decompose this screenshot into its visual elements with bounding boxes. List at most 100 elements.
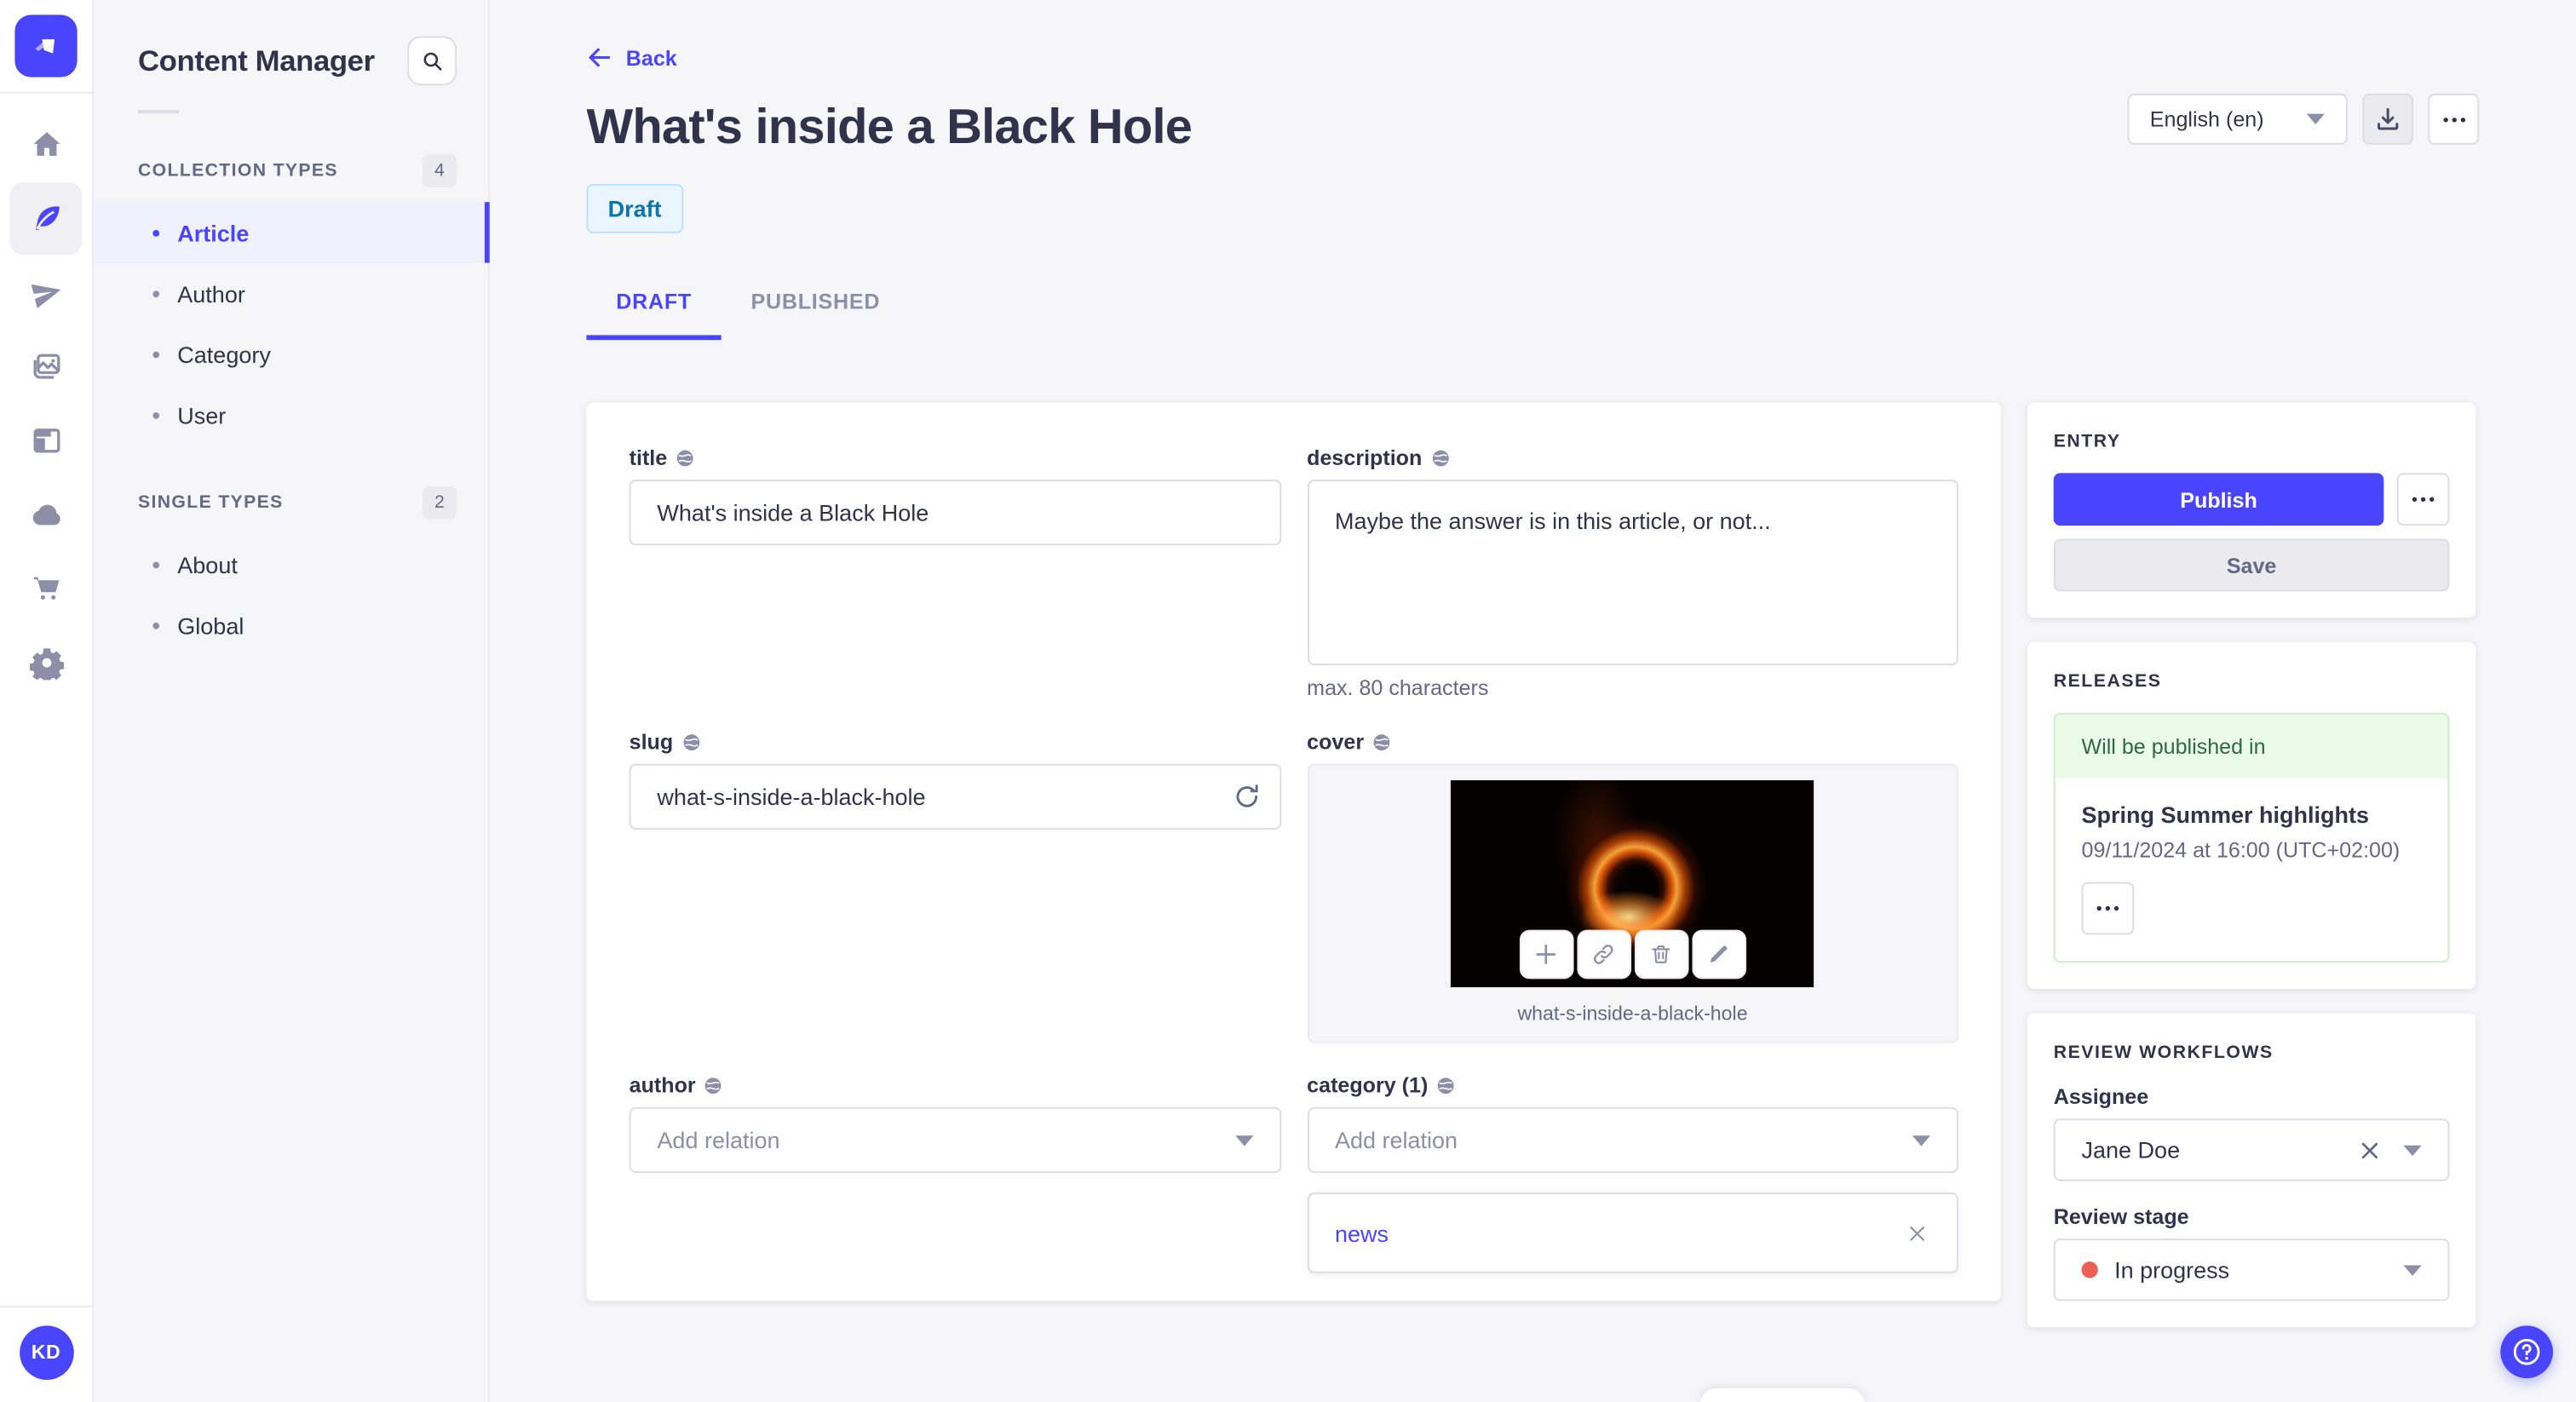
sidebar-item-global[interactable]: Global bbox=[94, 595, 488, 655]
release-more-button[interactable] bbox=[2081, 882, 2135, 935]
publish-button[interactable]: Publish bbox=[2053, 473, 2384, 526]
field-label: description bbox=[1307, 445, 1423, 470]
globe-icon bbox=[1373, 733, 1390, 750]
layout-icon[interactable] bbox=[10, 404, 83, 476]
help-button[interactable] bbox=[2500, 1325, 2553, 1379]
user-avatar[interactable]: KD bbox=[19, 1324, 73, 1380]
slug-input[interactable] bbox=[629, 763, 1281, 830]
globe-icon bbox=[683, 733, 699, 750]
chevron-down-icon bbox=[2403, 1264, 2422, 1275]
media-library-icon[interactable] bbox=[10, 330, 83, 403]
chevron-down-icon bbox=[2403, 1144, 2422, 1156]
cover-actions bbox=[1519, 929, 1746, 980]
field-slug: slug bbox=[629, 729, 1281, 830]
bullet-icon bbox=[152, 290, 160, 297]
chevron-down-icon bbox=[1912, 1135, 1931, 1146]
download-button[interactable] bbox=[2362, 93, 2414, 145]
header-controls: English (en) bbox=[2126, 93, 2480, 145]
app-window: KD Content Manager COLLECTION TYPES 4 Ar… bbox=[0, 0, 2576, 1402]
bullet-icon bbox=[152, 229, 160, 236]
panel-header: RELEASES bbox=[2053, 671, 2162, 692]
review-workflows-panel: REVIEW WORKFLOWS Assignee Jane Doe Revie… bbox=[2027, 1013, 2476, 1328]
sidebar-item-category[interactable]: Category bbox=[94, 324, 488, 384]
assignee-select[interactable]: Jane Doe bbox=[2053, 1118, 2450, 1181]
sidebar-title: Content Manager bbox=[137, 43, 375, 77]
description-textarea[interactable]: Maybe the answer is in this article, or … bbox=[1307, 480, 1958, 666]
entry-panel: ENTRY Publish Save bbox=[2027, 402, 2476, 618]
more-icon bbox=[2096, 905, 2119, 911]
section-label: SINGLE TYPES bbox=[137, 492, 284, 513]
sidebar-divider bbox=[137, 110, 180, 114]
rail-footer: KD bbox=[0, 1305, 92, 1402]
delete-media-button[interactable] bbox=[1634, 929, 1689, 980]
strapi-logo[interactable] bbox=[14, 14, 78, 78]
page-header: Back What's inside a Black Hole English … bbox=[490, 0, 2576, 341]
release-title: Spring Summer highlights bbox=[2081, 802, 2370, 828]
more-options-button[interactable] bbox=[2428, 93, 2480, 145]
home-icon[interactable] bbox=[10, 108, 83, 181]
main-content: Back What's inside a Black Hole English … bbox=[490, 0, 2576, 1402]
locale-select[interactable]: English (en) bbox=[2126, 93, 2348, 145]
panel-header: REVIEW WORKFLOWS bbox=[2053, 1043, 2274, 1063]
field-label: category (1) bbox=[1307, 1072, 1429, 1098]
field-hint: max. 80 characters bbox=[1307, 675, 1489, 700]
sidebar-item-label: Author bbox=[177, 279, 245, 307]
tab-draft[interactable]: DRAFT bbox=[586, 279, 722, 341]
sidebar-item-label: About bbox=[177, 551, 238, 577]
feather-icon[interactable] bbox=[9, 182, 83, 255]
download-icon bbox=[2378, 107, 2399, 130]
clear-icon[interactable] bbox=[2359, 1139, 2380, 1160]
paper-plane-icon[interactable] bbox=[10, 256, 83, 329]
relation-item-news: news bbox=[1307, 1192, 1958, 1273]
cover-caption: what-s-inside-a-black-hole bbox=[1517, 1002, 1748, 1026]
title-input[interactable] bbox=[629, 480, 1281, 546]
sidebar-item-about[interactable]: About bbox=[94, 534, 488, 595]
entry-more-button[interactable] bbox=[2396, 473, 2450, 526]
field-author: author Add relation bbox=[629, 1072, 1281, 1173]
remove-relation-button[interactable] bbox=[1904, 1220, 1930, 1246]
side-panels: ENTRY Publish Save RELEASES Will be publ… bbox=[2027, 402, 2476, 1328]
gear-icon[interactable] bbox=[10, 626, 83, 698]
add-media-button[interactable] bbox=[1519, 929, 1574, 980]
chevron-down-icon bbox=[2306, 113, 2325, 125]
search-button[interactable] bbox=[407, 36, 457, 86]
release-date: 09/11/2024 at 16:00 (UTC+02:00) bbox=[2081, 837, 2401, 863]
stage-status-dot bbox=[2081, 1261, 2098, 1278]
bottom-drawer-handle[interactable] bbox=[1700, 1387, 1865, 1402]
sidebar-item-label: Global bbox=[177, 612, 244, 639]
chevron-down-icon bbox=[1234, 1135, 1253, 1146]
category-relation-select[interactable]: Add relation bbox=[1307, 1106, 1958, 1173]
globe-icon bbox=[677, 449, 693, 466]
section-collection-types: COLLECTION TYPES 4 Article Author Catego… bbox=[93, 154, 490, 445]
more-icon bbox=[2442, 117, 2465, 122]
sidebar-item-label: User bbox=[177, 401, 227, 428]
globe-icon bbox=[705, 1077, 722, 1094]
globe-icon bbox=[1438, 1077, 1454, 1094]
author-relation-select[interactable]: Add relation bbox=[629, 1106, 1281, 1173]
cart-icon[interactable] bbox=[10, 552, 83, 624]
field-label: author bbox=[629, 1072, 696, 1098]
field-label: cover bbox=[1307, 729, 1365, 755]
copy-link-button[interactable] bbox=[1576, 929, 1631, 980]
cloud-icon[interactable] bbox=[10, 478, 83, 550]
edit-media-button[interactable] bbox=[1691, 929, 1746, 980]
close-icon bbox=[1910, 1226, 1924, 1240]
review-stage-select[interactable]: In progress bbox=[2053, 1238, 2450, 1301]
logo-container bbox=[0, 0, 93, 94]
sidebar-item-article[interactable]: Article bbox=[93, 202, 490, 263]
tab-published[interactable]: PUBLISHED bbox=[722, 279, 910, 340]
bullet-icon bbox=[152, 560, 160, 568]
bullet-icon bbox=[152, 350, 160, 358]
sidebar-item-label: Article bbox=[177, 219, 250, 246]
regenerate-slug-button[interactable] bbox=[1222, 772, 1271, 821]
sidebar-item-user[interactable]: User bbox=[94, 384, 488, 445]
back-link[interactable]: Back bbox=[586, 44, 677, 71]
save-button[interactable]: Save bbox=[2053, 538, 2450, 592]
field-label: slug bbox=[629, 729, 674, 755]
tab-bar: DRAFT PUBLISHED bbox=[586, 279, 2479, 341]
field-title: title bbox=[629, 445, 1281, 546]
sidebar-item-author[interactable]: Author bbox=[94, 263, 488, 324]
release-status: Will be published in bbox=[2055, 714, 2448, 779]
relation-link[interactable]: news bbox=[1335, 1220, 1904, 1246]
search-icon bbox=[423, 52, 442, 71]
